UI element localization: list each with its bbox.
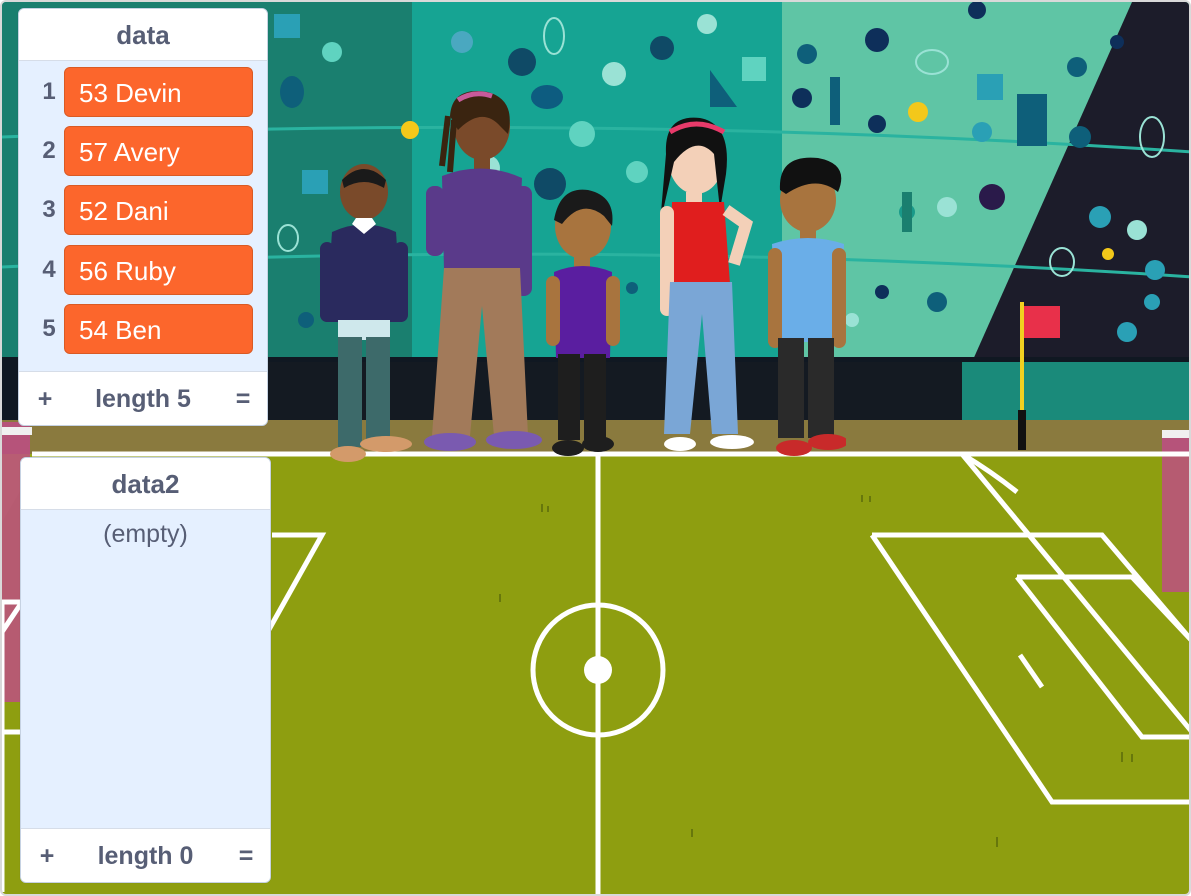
- list-item-value[interactable]: 57 Avery: [64, 126, 253, 176]
- list-item[interactable]: 4 56 Ruby: [19, 243, 267, 297]
- ruby-sprite[interactable]: [650, 114, 760, 454]
- list-item[interactable]: 2 57 Avery: [19, 124, 267, 178]
- list-monitor-data[interactable]: data 1 53 Devin 2 57 Avery 3 52 Dani 4 5…: [18, 8, 268, 426]
- list-title: data2: [21, 458, 270, 510]
- list-item[interactable]: 1 53 Devin: [19, 65, 267, 119]
- list-item-index: 3: [42, 196, 56, 223]
- stage[interactable]: data 1 53 Devin 2 57 Avery 3 52 Dani 4 5…: [0, 0, 1191, 896]
- add-item-button[interactable]: +: [31, 372, 59, 425]
- list-footer: length 0 + =: [21, 828, 270, 882]
- list-monitor-data2[interactable]: data2 (empty) length 0 + =: [20, 457, 271, 883]
- corner-flag-sprite: [1018, 302, 1060, 450]
- resize-handle[interactable]: =: [229, 372, 257, 425]
- list-item-value[interactable]: 54 Ben: [64, 304, 253, 354]
- list-item-value[interactable]: 53 Devin: [64, 67, 253, 117]
- list-item-index: 4: [42, 256, 56, 283]
- list-item-index: 1: [42, 78, 56, 105]
- resize-handle[interactable]: =: [232, 829, 260, 882]
- list-title: data: [19, 9, 267, 61]
- list-empty-label: (empty): [103, 520, 188, 548]
- devin-sprite[interactable]: [314, 162, 414, 464]
- list-item-index: 5: [42, 315, 56, 342]
- list-item[interactable]: 5 54 Ben: [19, 302, 267, 356]
- list-item-index: 2: [42, 137, 56, 164]
- list-item-value[interactable]: 52 Dani: [64, 185, 253, 235]
- list-item-value[interactable]: 56 Ruby: [64, 245, 253, 295]
- list-item[interactable]: 3 52 Dani: [19, 183, 267, 237]
- avery-sprite[interactable]: [422, 86, 544, 462]
- add-item-button[interactable]: +: [33, 829, 61, 882]
- ben-sprite[interactable]: [766, 152, 846, 464]
- dani-sprite[interactable]: [546, 186, 620, 464]
- list-footer: length 5 + =: [19, 371, 267, 425]
